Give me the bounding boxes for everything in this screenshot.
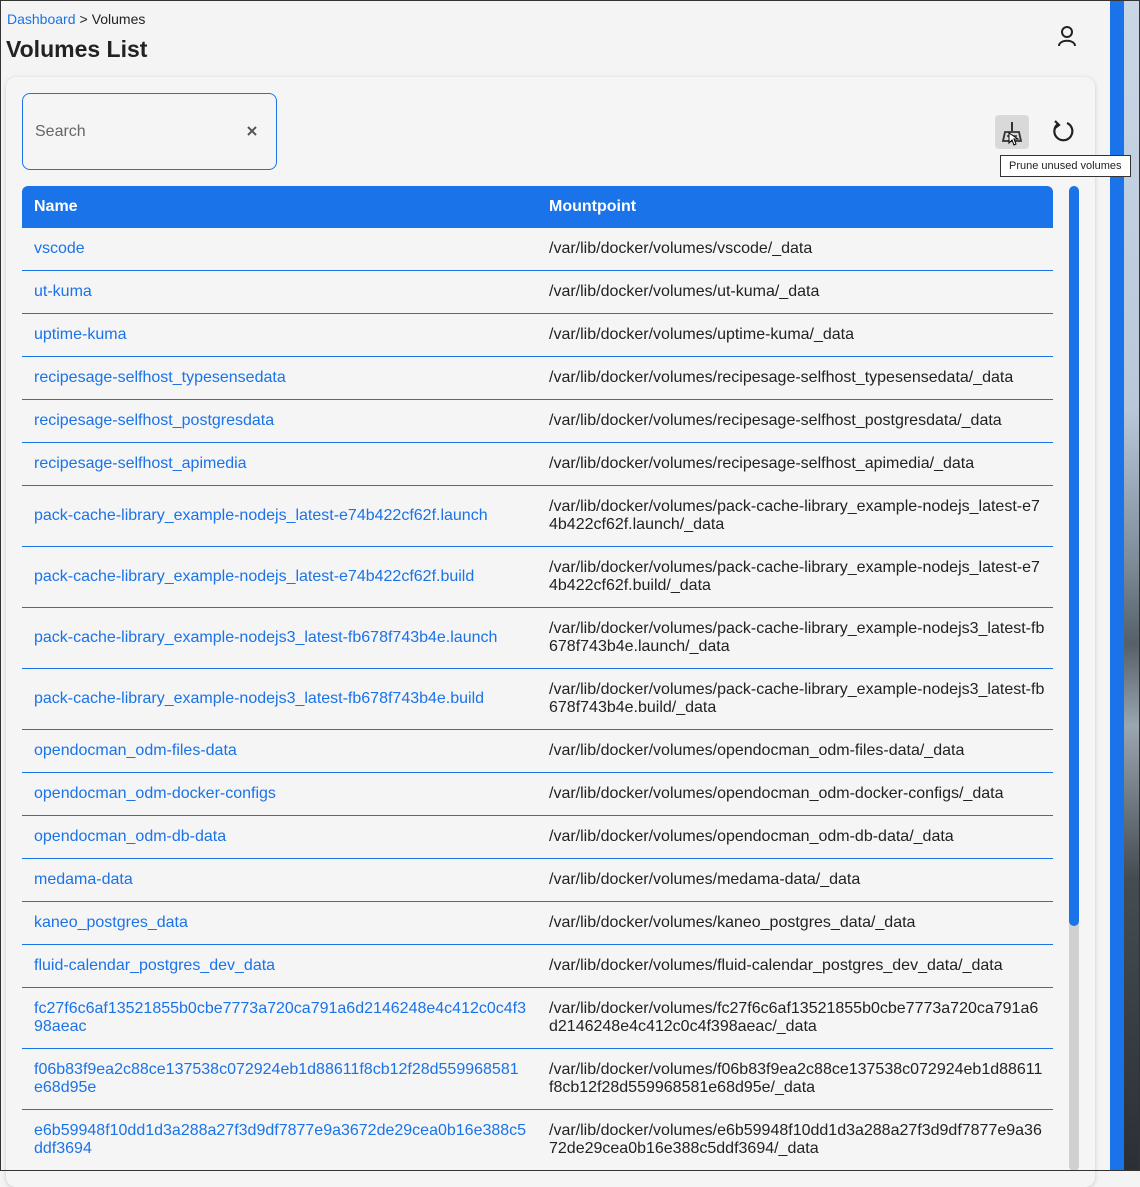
- volume-name-link[interactable]: medama-data: [22, 871, 537, 889]
- table-row: pack-cache-library_example-nodejs_latest…: [22, 547, 1053, 608]
- table-row: pack-cache-library_example-nodejs_latest…: [22, 486, 1053, 547]
- volume-name-link[interactable]: fluid-calendar_postgres_dev_data: [22, 957, 537, 975]
- table-row: medama-data/var/lib/docker/volumes/medam…: [22, 859, 1053, 902]
- table-row: opendocman_odm-docker-configs/var/lib/do…: [22, 773, 1053, 816]
- refresh-button[interactable]: [1046, 115, 1080, 149]
- volume-name-link[interactable]: recipesage-selfhost_typesensedata: [22, 369, 537, 387]
- volume-name-link[interactable]: opendocman_odm-db-data: [22, 828, 537, 846]
- table-row: recipesage-selfhost_typesensedata/var/li…: [22, 357, 1053, 400]
- volume-name-link[interactable]: pack-cache-library_example-nodejs_latest…: [22, 568, 537, 586]
- refresh-icon: [1053, 120, 1074, 142]
- mountpoint-cell: /var/lib/docker/volumes/pack-cache-libra…: [549, 559, 1040, 594]
- mountpoint-cell: /var/lib/docker/volumes/recipesage-selfh…: [549, 369, 1014, 386]
- mountpoint-cell: /var/lib/docker/volumes/e6b59948f10dd1d3…: [549, 1122, 1042, 1157]
- search-input[interactable]: [33, 120, 227, 144]
- mountpoint-cell: /var/lib/docker/volumes/fluid-calendar_p…: [549, 957, 1003, 974]
- breadcrumb-current: Volumes: [91, 11, 146, 27]
- volume-name-link[interactable]: pack-cache-library_example-nodejs3_lates…: [22, 690, 537, 708]
- volume-name-link[interactable]: recipesage-selfhost_postgresdata: [22, 412, 537, 430]
- volumes-table: Name Mountpoint vscode/var/lib/docker/vo…: [22, 186, 1053, 1171]
- volume-name-link[interactable]: e6b59948f10dd1d3a288a27f3d9df7877e9a3672…: [22, 1122, 537, 1158]
- table-row: opendocman_odm-db-data/var/lib/docker/vo…: [22, 816, 1053, 859]
- mountpoint-cell: /var/lib/docker/volumes/pack-cache-libra…: [549, 620, 1045, 655]
- mountpoint-cell: /var/lib/docker/volumes/ut-kuma/_data: [549, 283, 820, 300]
- table-row: f06b83f9ea2c88ce137538c072924eb1d88611f8…: [22, 1049, 1053, 1110]
- breadcrumb-dashboard-link[interactable]: Dashboard: [7, 11, 76, 27]
- mountpoint-cell: /var/lib/docker/volumes/pack-cache-libra…: [549, 681, 1045, 716]
- table-header: Name Mountpoint: [22, 186, 1053, 228]
- breadcrumb: Dashboard > Volumes: [7, 11, 145, 27]
- user-icon[interactable]: [1054, 23, 1080, 49]
- mountpoint-cell: /var/lib/docker/volumes/pack-cache-libra…: [549, 498, 1040, 533]
- mountpoint-cell: /var/lib/docker/volumes/kaneo_postgres_d…: [549, 914, 916, 931]
- volume-name-link[interactable]: opendocman_odm-docker-configs: [22, 785, 537, 803]
- mountpoint-cell: /var/lib/docker/volumes/f06b83f9ea2c88ce…: [549, 1061, 1043, 1096]
- table-row: vscode/var/lib/docker/volumes/vscode/_da…: [22, 228, 1053, 271]
- close-icon[interactable]: [244, 123, 260, 139]
- table-row: e6b59948f10dd1d3a288a27f3d9df7877e9a3672…: [22, 1110, 1053, 1171]
- mountpoint-cell: /var/lib/docker/volumes/recipesage-selfh…: [549, 412, 1002, 429]
- table-row: kaneo_postgres_data/var/lib/docker/volum…: [22, 902, 1053, 945]
- mountpoint-cell: /var/lib/docker/volumes/recipesage-selfh…: [549, 455, 975, 472]
- page-title: Volumes List: [6, 36, 148, 62]
- volume-name-link[interactable]: recipesage-selfhost_apimedia: [22, 455, 537, 473]
- mountpoint-cell: /var/lib/docker/volumes/fc27f6c6af135218…: [549, 1000, 1039, 1035]
- volume-name-link[interactable]: vscode: [22, 240, 537, 258]
- scrollbar-thumb[interactable]: [1069, 186, 1079, 926]
- volume-name-link[interactable]: f06b83f9ea2c88ce137538c072924eb1d88611f8…: [22, 1061, 537, 1097]
- volume-name-link[interactable]: kaneo_postgres_data: [22, 914, 537, 932]
- table-row: ut-kuma/var/lib/docker/volumes/ut-kuma/_…: [22, 271, 1053, 314]
- broom-icon: [1001, 122, 1023, 146]
- prune-volumes-button[interactable]: [995, 115, 1029, 149]
- table-row: opendocman_odm-files-data/var/lib/docker…: [22, 730, 1053, 773]
- search-field[interactable]: [22, 93, 277, 170]
- table-row: pack-cache-library_example-nodejs3_lates…: [22, 608, 1053, 669]
- volume-name-link[interactable]: opendocman_odm-files-data: [22, 742, 537, 760]
- table-row: recipesage-selfhost_apimedia/var/lib/doc…: [22, 443, 1053, 486]
- prune-tooltip: Prune unused volumes: [1000, 155, 1131, 177]
- column-header-name[interactable]: Name: [22, 198, 537, 216]
- mountpoint-cell: /var/lib/docker/volumes/opendocman_odm-d…: [549, 785, 1004, 802]
- mountpoint-cell: /var/lib/docker/volumes/opendocman_odm-f…: [549, 742, 965, 759]
- volume-name-link[interactable]: fc27f6c6af13521855b0cbe7773a720ca791a6d2…: [22, 1000, 537, 1036]
- volume-name-link[interactable]: pack-cache-library_example-nodejs_latest…: [22, 507, 537, 525]
- mountpoint-cell: /var/lib/docker/volumes/opendocman_odm-d…: [549, 828, 954, 845]
- table-row: pack-cache-library_example-nodejs3_lates…: [22, 669, 1053, 730]
- mountpoint-cell: /var/lib/docker/volumes/medama-data/_dat…: [549, 871, 861, 888]
- volume-name-link[interactable]: pack-cache-library_example-nodejs3_lates…: [22, 629, 537, 647]
- volume-name-link[interactable]: ut-kuma: [22, 283, 537, 301]
- breadcrumb-separator: >: [79, 11, 88, 27]
- table-row: recipesage-selfhost_postgresdata/var/lib…: [22, 400, 1053, 443]
- table-row: fluid-calendar_postgres_dev_data/var/lib…: [22, 945, 1053, 988]
- mountpoint-cell: /var/lib/docker/volumes/uptime-kuma/_dat…: [549, 326, 855, 343]
- mountpoint-cell: /var/lib/docker/volumes/vscode/_data: [549, 240, 813, 257]
- table-row: fc27f6c6af13521855b0cbe7773a720ca791a6d2…: [22, 988, 1053, 1049]
- column-header-mountpoint[interactable]: Mountpoint: [537, 198, 1053, 216]
- table-row: uptime-kuma/var/lib/docker/volumes/uptim…: [22, 314, 1053, 357]
- volume-name-link[interactable]: uptime-kuma: [22, 326, 537, 344]
- hand-pointer-icon: [1008, 132, 1020, 146]
